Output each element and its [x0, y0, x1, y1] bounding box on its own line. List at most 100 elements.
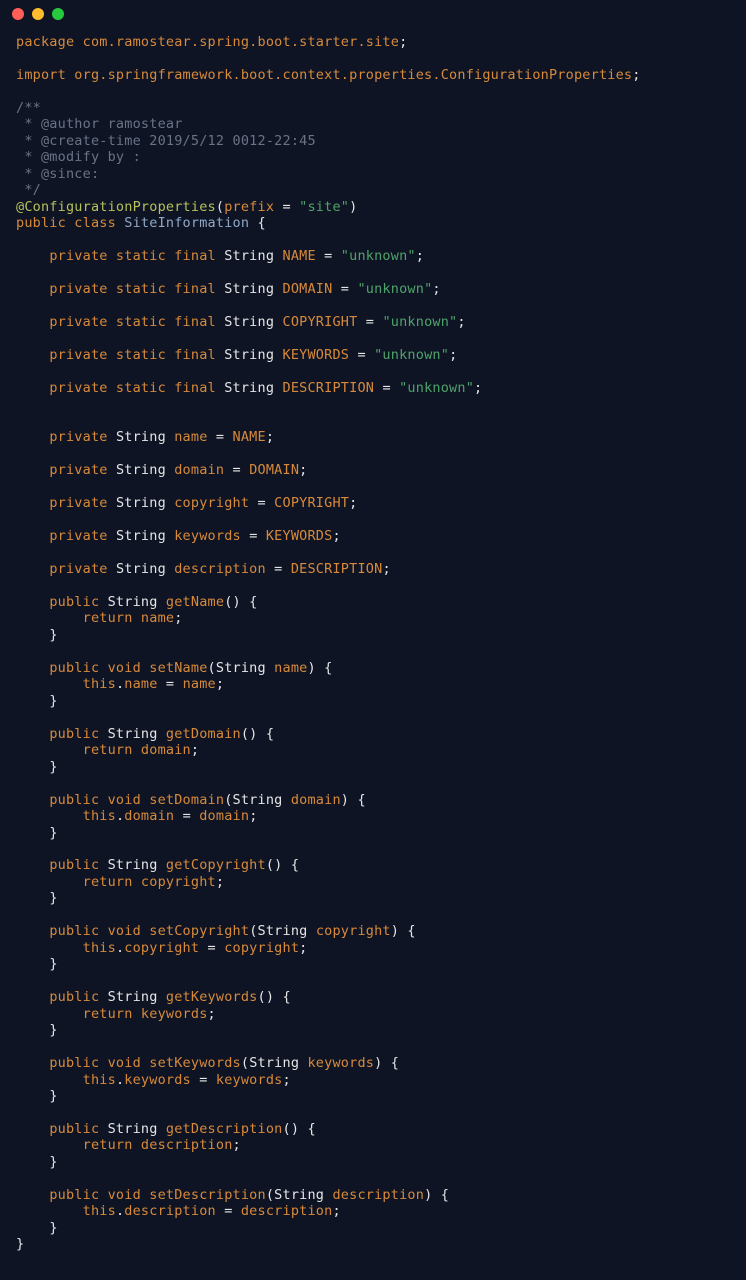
field-mods: private static final [49, 380, 216, 396]
string-literal: "unknown" [341, 248, 416, 264]
return-type: String [108, 726, 158, 742]
close-icon[interactable] [12, 8, 24, 20]
return-type: String [108, 857, 158, 873]
maximize-icon[interactable] [52, 8, 64, 20]
field-mods: private static final [49, 281, 216, 297]
identifier: copyright [141, 874, 216, 890]
method-mod: public [49, 1121, 99, 1137]
const-name: COPYRIGHT [283, 314, 358, 330]
method-mod: public [49, 923, 99, 939]
field-mods: private static final [49, 248, 216, 264]
class-name: SiteInformation [124, 215, 249, 231]
method-name: getCopyright [166, 857, 266, 873]
const-name: KEYWORDS [283, 347, 350, 363]
javadoc: * @author ramostear [16, 116, 183, 132]
code-editor[interactable]: package com.ramostear.spring.boot.starte… [0, 28, 746, 1269]
return-type: String [108, 1121, 158, 1137]
field-name: copyright [174, 495, 249, 511]
field-init: NAME [233, 429, 266, 445]
minimize-icon[interactable] [32, 8, 44, 20]
keyword-return: return [83, 1137, 133, 1153]
return-type: void [108, 1187, 141, 1203]
keyword-return: return [83, 1006, 133, 1022]
field-mods: private [49, 462, 107, 478]
javadoc: */ [16, 182, 41, 198]
field-init: KEYWORDS [266, 528, 333, 544]
method-mod: public [49, 857, 99, 873]
keyword-package: package [16, 34, 74, 50]
return-type: void [108, 1055, 141, 1071]
type: String [116, 429, 166, 445]
type: String [224, 248, 274, 264]
type: String [224, 347, 274, 363]
type: String [116, 561, 166, 577]
field-init: DESCRIPTION [291, 561, 383, 577]
method-name: setKeywords [149, 1055, 241, 1071]
method-mod: public [49, 660, 99, 676]
return-type: String [108, 989, 158, 1005]
window-titlebar [0, 0, 746, 28]
type: String [224, 314, 274, 330]
field-mods: private [49, 429, 107, 445]
method-name: setDomain [149, 792, 224, 808]
field-mods: private [49, 528, 107, 544]
method-name: getDescription [166, 1121, 283, 1137]
identifier: keywords [141, 1006, 208, 1022]
field-mods: private [49, 561, 107, 577]
method-mod: public [49, 594, 99, 610]
method-mod: public [49, 792, 99, 808]
field-mods: private static final [49, 347, 216, 363]
javadoc: * @create-time 2019/5/12 0012-22:45 [16, 133, 316, 149]
method-mod: public [49, 726, 99, 742]
keyword-return: return [83, 742, 133, 758]
type: String [116, 495, 166, 511]
type: String [224, 281, 274, 297]
keyword-return: return [83, 610, 133, 626]
field-mods: private static final [49, 314, 216, 330]
identifier: name [141, 610, 174, 626]
return-type: String [108, 594, 158, 610]
return-type: void [108, 792, 141, 808]
field-name: domain [174, 462, 224, 478]
method-name: setDescription [149, 1187, 266, 1203]
type: String [116, 462, 166, 478]
return-type: void [108, 923, 141, 939]
keyword-return: return [83, 874, 133, 890]
class-modifiers: public class [16, 215, 116, 231]
field-name: description [174, 561, 266, 577]
method-name: setCopyright [149, 923, 249, 939]
field-init: DOMAIN [249, 462, 299, 478]
import-path: org.springframework.boot.context.propert… [74, 67, 632, 83]
method-name: getKeywords [166, 989, 258, 1005]
string-literal: "unknown" [399, 380, 474, 396]
method-name: setName [149, 660, 207, 676]
method-mod: public [49, 1055, 99, 1071]
const-name: NAME [283, 248, 316, 264]
identifier: domain [141, 742, 191, 758]
string-literal: "unknown" [374, 347, 449, 363]
package-path: com.ramostear.spring.boot.starter.site [83, 34, 399, 50]
method-mod: public [49, 989, 99, 1005]
field-name: name [174, 429, 207, 445]
javadoc: * @modify by : [16, 149, 141, 165]
keyword-import: import [16, 67, 66, 83]
return-type: void [108, 660, 141, 676]
javadoc: * @since: [16, 166, 99, 182]
type: String [116, 528, 166, 544]
field-name: keywords [174, 528, 241, 544]
type: String [224, 380, 274, 396]
field-init: COPYRIGHT [274, 495, 349, 511]
annotation-param: prefix [224, 199, 274, 215]
method-name: getName [166, 594, 224, 610]
const-name: DESCRIPTION [283, 380, 375, 396]
field-mods: private [49, 495, 107, 511]
const-name: DOMAIN [283, 281, 333, 297]
method-name: getDomain [166, 726, 241, 742]
annotation: @ConfigurationProperties [16, 199, 216, 215]
string-literal: "unknown" [382, 314, 457, 330]
string-literal: "unknown" [357, 281, 432, 297]
javadoc: /** [16, 100, 41, 116]
method-mod: public [49, 1187, 99, 1203]
identifier: description [141, 1137, 233, 1153]
annotation-value: "site" [299, 199, 349, 215]
